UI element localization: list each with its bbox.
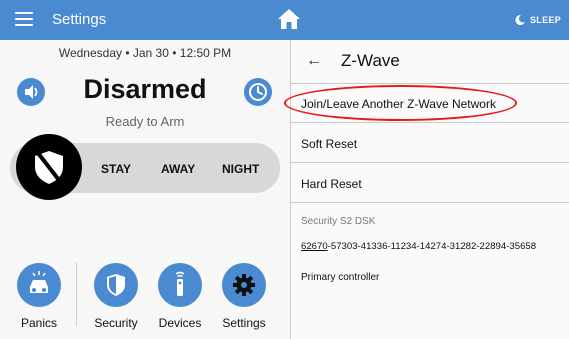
top-bar: Settings SLEEP (0, 0, 569, 40)
sleep-label: SLEEP (529, 15, 561, 25)
dsk-prefix: 62670 (301, 241, 328, 252)
disarm-button[interactable] (16, 134, 82, 200)
security-panel: Wednesday • Jan 30 • 12:50 PM Disarmed R… (0, 40, 290, 339)
join-leave-network-row[interactable]: Join/Leave Another Z-Wave Network (284, 84, 569, 123)
dsk-value: 62670-57303-41336-11234-14274-31282-2289… (301, 241, 536, 252)
soft-reset-row[interactable]: Soft Reset (291, 124, 569, 163)
shield-check-icon (107, 274, 125, 296)
remote-control-icon (175, 271, 185, 296)
panic-car-icon (30, 271, 48, 293)
shield-off-icon (35, 151, 64, 186)
panel-title: Z-Wave (341, 51, 400, 70)
panics-button[interactable] (17, 263, 61, 307)
red-highlight-circle (284, 85, 517, 121)
settings-label: Settings (222, 316, 266, 330)
zwave-settings-panel: ← Z-Wave Join/Leave Another Z-Wave Netwo… (284, 40, 569, 339)
arm-away-button[interactable]: AWAY (161, 162, 195, 176)
security-button[interactable] (94, 263, 138, 307)
devices-label: Devices (158, 316, 202, 330)
soft-reset-label: Soft Reset (301, 137, 358, 151)
security-label: Security (94, 316, 138, 330)
tray-divider (76, 262, 77, 326)
gear-icon (233, 274, 255, 296)
ready-status: Ready to Arm (105, 114, 185, 129)
devices-button[interactable] (158, 263, 202, 307)
panics-label: Panics (20, 316, 58, 330)
settings-button[interactable] (222, 263, 266, 307)
dsk-label: Security S2 DSK (301, 216, 376, 227)
date-time: Wednesday • Jan 30 • 12:50 PM (58, 46, 232, 60)
sleep-button[interactable]: SLEEP (514, 13, 561, 27)
back-arrow-icon[interactable]: ← (306, 52, 322, 70)
controller-role: Primary controller (301, 272, 380, 283)
topbar-title: Settings (52, 11, 107, 28)
dsk-rest: -57303-41336-11234-14274-31282-22894-356… (327, 241, 537, 252)
arm-night-button[interactable]: NIGHT (222, 162, 259, 176)
hard-reset-row[interactable]: Hard Reset (291, 164, 569, 203)
schedule-button[interactable] (244, 78, 272, 106)
moon-icon (515, 14, 525, 25)
hard-reset-label: Hard Reset (301, 177, 362, 191)
home-icon[interactable] (277, 8, 301, 30)
arm-stay-button[interactable]: STAY (101, 162, 131, 176)
clock-icon (249, 83, 267, 101)
hamburger-menu-icon[interactable] (15, 12, 33, 26)
